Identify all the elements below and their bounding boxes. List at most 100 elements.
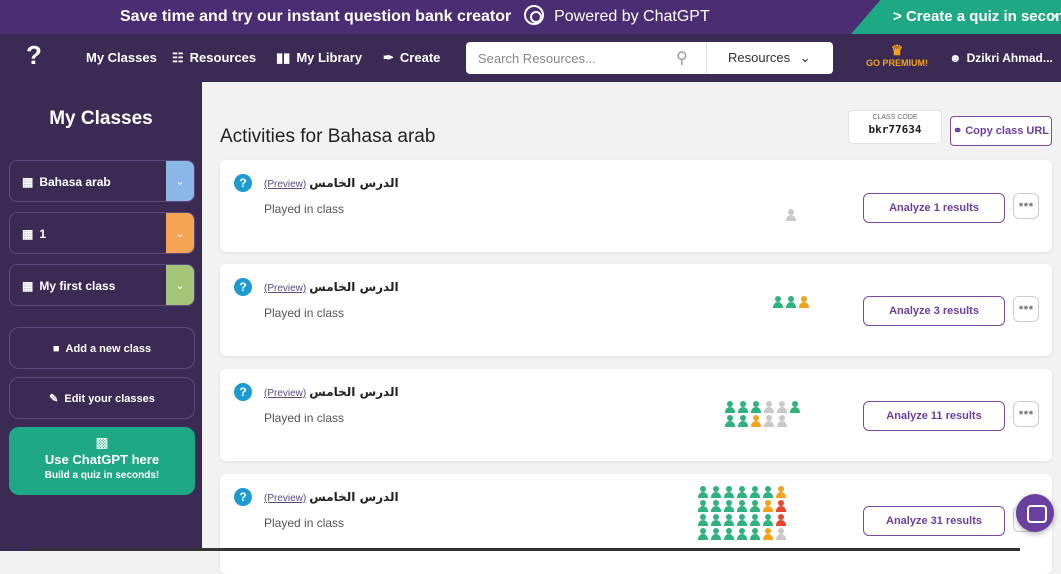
- player-green-icon: [724, 415, 736, 428]
- binoculars-icon: ☷: [172, 50, 184, 65]
- player-icons: [772, 296, 862, 309]
- player-red-icon: [775, 500, 787, 513]
- player-green-icon: [749, 528, 761, 541]
- copy-class-url-button[interactable]: ⚭ Copy class URL: [950, 116, 1052, 146]
- promo-banner: Save time and try our instant question b…: [0, 0, 1061, 34]
- grid-icon: ▦: [22, 227, 34, 241]
- player-green-icon: [723, 528, 735, 541]
- player-gray-icon: [776, 415, 788, 428]
- player-green-icon: [710, 528, 722, 541]
- search-bar: ⚲ Resources ⌄: [466, 42, 833, 74]
- class-name: 1: [39, 227, 47, 241]
- player-green-icon: [723, 514, 735, 527]
- player-green-icon: [697, 528, 709, 541]
- sidebar-class-bahasa-arab[interactable]: ▦ Bahasa arab ⌄: [9, 160, 195, 202]
- player-green-icon: [736, 486, 748, 499]
- activity-name: الدرس الخامس: [309, 490, 399, 504]
- class-label: ▦ Bahasa arab: [22, 161, 111, 201]
- banner-message[interactable]: Save time and try our instant question b…: [120, 0, 710, 34]
- player-gray-icon: [775, 528, 787, 541]
- banner-powered-text: Powered by ChatGPT: [554, 8, 710, 25]
- nav-my-classes[interactable]: My Classes: [86, 34, 157, 82]
- player-gray-icon: [763, 415, 775, 428]
- chat-support-icon[interactable]: [1016, 494, 1054, 532]
- analyze-results-button[interactable]: Analyze 1 results: [863, 193, 1005, 223]
- go-premium-button[interactable]: ♛ GO PREMIUM!: [862, 42, 932, 68]
- add-class-button[interactable]: ■ Add a new class: [9, 327, 195, 369]
- search-input[interactable]: [466, 42, 701, 74]
- quizalize-logo[interactable]: ?: [26, 40, 42, 71]
- player-green-icon: [723, 500, 735, 513]
- player-green-icon: [762, 514, 774, 527]
- pen-icon: ✒: [383, 50, 394, 65]
- use-chatgpt-button[interactable]: ▩ Use ChatGPT here Build a quiz in secon…: [9, 427, 195, 495]
- chevron-down-icon[interactable]: ⌄: [166, 265, 194, 305]
- player-orange-icon: [798, 296, 810, 309]
- class-label: ▦ 1: [22, 213, 47, 253]
- search-icon[interactable]: ⚲: [676, 48, 688, 68]
- link-icon: ⚭: [953, 125, 963, 137]
- player-green-icon: [724, 401, 736, 414]
- chevron-down-icon[interactable]: ⌄: [166, 213, 194, 253]
- player-green-icon: [697, 514, 709, 527]
- chevron-down-icon: ⌄: [799, 50, 811, 65]
- player-green-icon: [762, 486, 774, 499]
- sidebar-class-1[interactable]: ▦ 1 ⌄: [9, 212, 195, 254]
- class-label: ▦ My first class: [22, 265, 115, 305]
- grid-icon: ▦: [22, 175, 34, 189]
- activity-name: الدرس الخامس: [309, 176, 399, 190]
- player-icons: [697, 486, 787, 541]
- more-options-icon[interactable]: •••: [1013, 296, 1039, 322]
- more-options-icon[interactable]: •••: [1013, 401, 1039, 427]
- activity-name: الدرس الخامس: [309, 385, 399, 399]
- analyze-results-button[interactable]: Analyze 11 results: [863, 401, 1005, 431]
- question-icon: ?: [234, 488, 252, 506]
- search-scope-dropdown[interactable]: Resources ⌄: [728, 42, 811, 74]
- nav-create[interactable]: ✒ Create: [383, 34, 440, 82]
- player-green-icon: [749, 500, 761, 513]
- activity-title: (Preview) الدرس الخامس: [264, 176, 399, 190]
- nav-my-library[interactable]: ▮▮ My Library: [276, 34, 362, 82]
- user-menu[interactable]: ☻ Dzikri Ahmad...: [949, 34, 1053, 82]
- analyze-results-button[interactable]: Analyze 3 results: [863, 296, 1005, 326]
- class-name: Bahasa arab: [39, 175, 111, 189]
- activity-card: ? (Preview) الدرس الخامس Played in class …: [220, 369, 1052, 461]
- player-green-icon: [710, 514, 722, 527]
- create-quiz-cta[interactable]: > Create a quiz in seconds ×: [851, 0, 1061, 34]
- go-premium-label: GO PREMIUM!: [866, 58, 928, 68]
- nav-my-library-label: My Library: [296, 50, 363, 65]
- player-green-icon: [736, 528, 748, 541]
- preview-link[interactable]: (Preview): [264, 493, 306, 504]
- more-options-icon[interactable]: •••: [1013, 193, 1039, 219]
- nav-resources-label: Resources: [189, 50, 257, 65]
- preview-link[interactable]: (Preview): [264, 283, 306, 294]
- class-code-caption: CLASS CODE: [872, 114, 918, 121]
- user-name: Dzikri Ahmad...: [966, 51, 1053, 65]
- analyze-results-button[interactable]: Analyze 31 results: [863, 506, 1005, 536]
- question-icon: ?: [234, 174, 252, 192]
- activity-name: الدرس الخامس: [309, 280, 399, 294]
- question-icon: ?: [234, 278, 252, 296]
- close-icon[interactable]: ×: [1050, 0, 1059, 34]
- player-green-icon: [749, 486, 761, 499]
- activity-title: (Preview) الدرس الخامس: [264, 280, 399, 294]
- search-scope-label: Resources: [728, 50, 791, 65]
- chevron-down-icon[interactable]: ⌄: [166, 161, 194, 201]
- crown-icon: ♛: [890, 42, 904, 58]
- player-orange-icon: [762, 500, 774, 513]
- edit-classes-label: Edit your classes: [64, 393, 155, 405]
- player-green-icon: [750, 401, 762, 414]
- player-green-icon: [737, 415, 749, 428]
- activity-card: ? (Preview) الدرس الخامس Played in class …: [220, 264, 1052, 356]
- chevron-right-icon: >: [893, 8, 902, 25]
- edit-classes-button[interactable]: ✎ Edit your classes: [9, 377, 195, 419]
- chatgpt-subtitle: Build a quiz in seconds!: [44, 470, 160, 481]
- sidebar-class-my-first-class[interactable]: ▦ My first class ⌄: [9, 264, 195, 306]
- preview-link[interactable]: (Preview): [264, 179, 306, 190]
- copy-class-url-label: Copy class URL: [965, 125, 1049, 137]
- nav-resources[interactable]: ☷ Resources: [172, 34, 256, 82]
- preview-link[interactable]: (Preview): [264, 388, 306, 399]
- nav-my-classes-label: My Classes: [86, 50, 157, 65]
- class-code: bkr77634: [868, 123, 922, 136]
- grid-icon: ▦: [22, 279, 34, 293]
